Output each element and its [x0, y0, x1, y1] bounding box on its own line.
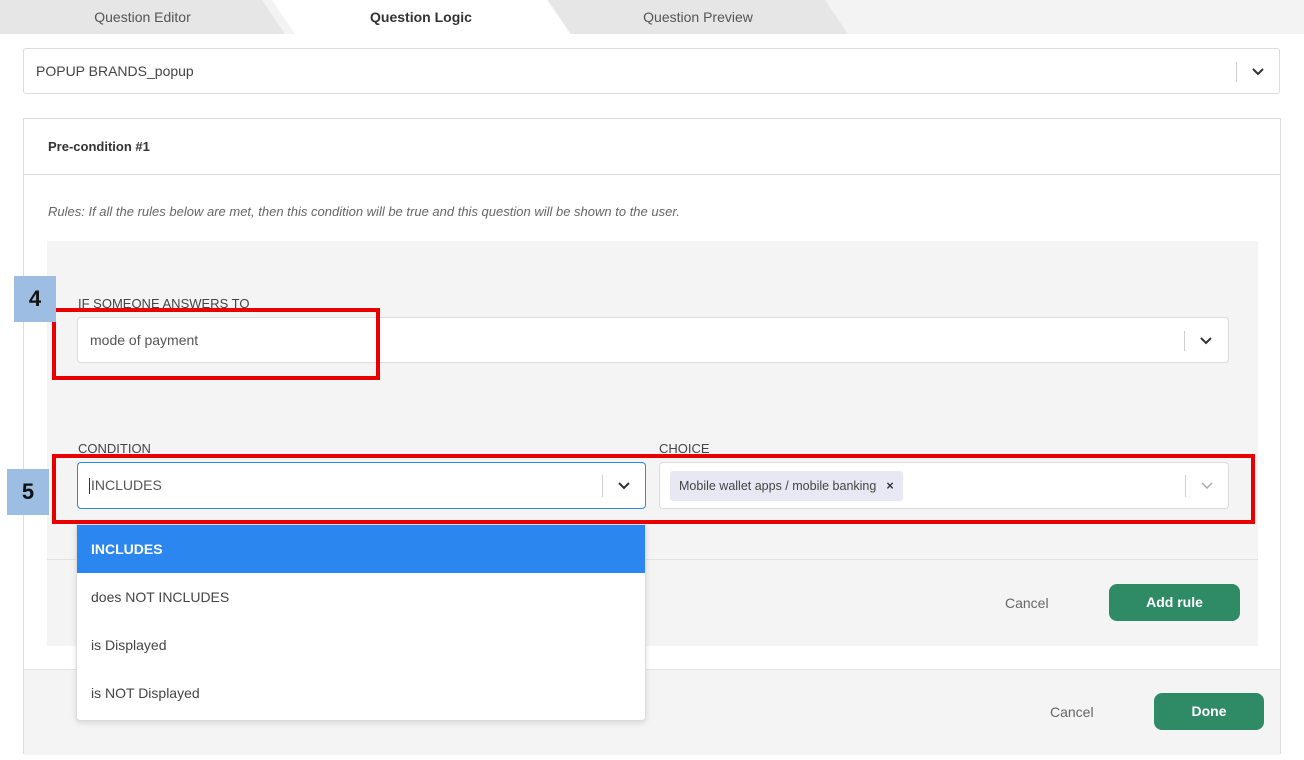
select-separator	[1236, 62, 1237, 82]
condition-option-not-includes[interactable]: does NOT INCLUDES	[77, 573, 645, 621]
question-answer-value: mode of payment	[90, 332, 199, 348]
done-button[interactable]: Done	[1154, 693, 1264, 730]
choice-label: CHOICE	[659, 441, 710, 456]
rules-description: Rules: If all the rules below are met, t…	[48, 204, 680, 219]
remove-tag-icon[interactable]: ×	[886, 479, 893, 493]
add-rule-button[interactable]: Add rule	[1109, 584, 1240, 621]
select-separator	[602, 475, 603, 497]
choice-select[interactable]: Mobile wallet apps / mobile banking ×	[659, 462, 1229, 509]
choice-tag: Mobile wallet apps / mobile banking ×	[670, 471, 903, 501]
condition-option-not-displayed[interactable]: is NOT Displayed	[77, 669, 645, 717]
condition-dropdown-menu: INCLUDES does NOT INCLUDES is Displayed …	[76, 524, 646, 721]
annotation-badge-4: 4	[14, 276, 56, 322]
condition-select[interactable]: INCLUDES	[77, 462, 646, 509]
condition-label: CONDITION	[78, 441, 151, 456]
cancel-button[interactable]: Cancel	[1050, 704, 1094, 720]
tab-bar: Question Editor Question Preview Questio…	[0, 0, 1304, 34]
chevron-down-icon[interactable]	[617, 479, 631, 493]
tab-question-preview[interactable]: Question Preview	[548, 0, 848, 34]
condition-value: INCLUDES	[91, 477, 162, 493]
chevron-down-icon[interactable]	[1251, 65, 1265, 79]
chevron-down-icon[interactable]	[1199, 334, 1213, 348]
chevron-down-icon[interactable]	[1200, 479, 1214, 493]
question-select[interactable]: POPUP BRANDS_popup	[23, 48, 1280, 94]
text-cursor	[89, 478, 90, 494]
choice-tag-label: Mobile wallet apps / mobile banking	[679, 479, 877, 493]
tab-label: Question Editor	[94, 9, 191, 25]
tab-label: Question Logic	[370, 9, 472, 25]
select-separator	[1184, 331, 1185, 351]
precondition-title: Pre-condition #1	[48, 139, 150, 154]
tab-question-editor[interactable]: Question Editor	[0, 0, 285, 34]
annotation-badge-5: 5	[7, 469, 49, 515]
tab-label: Question Preview	[643, 9, 753, 25]
if-answers-label: IF SOMEONE ANSWERS TO	[78, 296, 250, 311]
condition-option-includes[interactable]: INCLUDES	[77, 525, 645, 573]
select-separator	[1185, 475, 1186, 497]
condition-option-displayed[interactable]: is Displayed	[77, 621, 645, 669]
question-answer-select[interactable]: mode of payment	[77, 317, 1229, 363]
rule-cancel-button[interactable]: Cancel	[1005, 595, 1049, 611]
question-select-value: POPUP BRANDS_popup	[36, 63, 194, 79]
tab-question-logic[interactable]: Question Logic	[272, 0, 570, 34]
precondition-header: Pre-condition #1	[24, 119, 1280, 175]
